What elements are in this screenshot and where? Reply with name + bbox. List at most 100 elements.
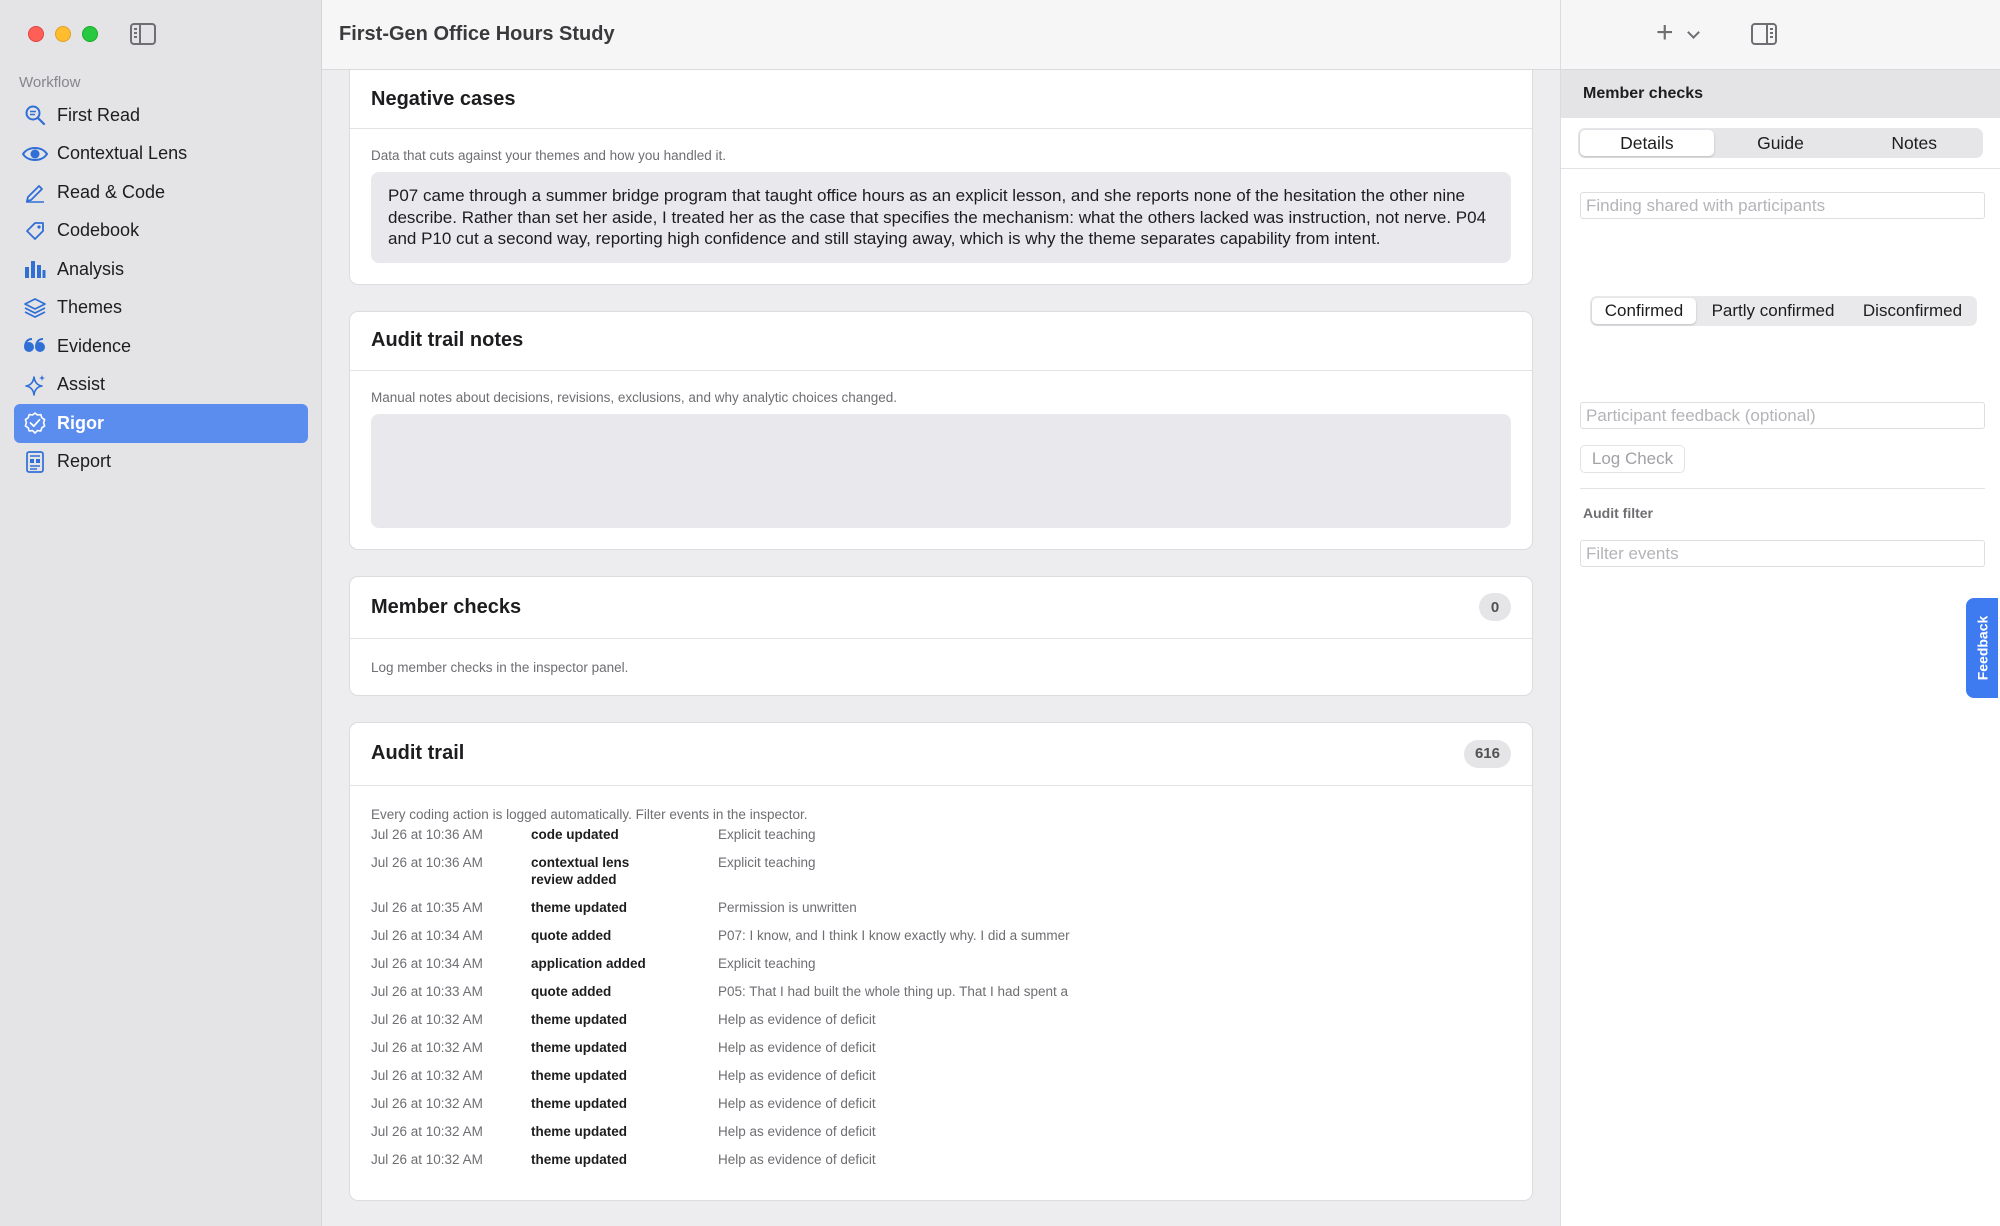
tab-guide[interactable]: Guide (1714, 130, 1848, 156)
card-header: Negative cases (350, 70, 1532, 129)
audit-detail: Help as evidence of deficit (718, 1152, 876, 1167)
card-header: Member checks 0 (350, 577, 1532, 639)
member-checks-card: Member checks 0 Log member checks in the… (349, 575, 1533, 696)
negative-cases-text-area[interactable]: P07 came through a summer bridge program… (371, 172, 1511, 263)
chevron-down-icon[interactable] (1687, 26, 1700, 39)
sparkle-icon (22, 372, 48, 398)
audit-action: theme updated (531, 900, 628, 915)
audit-detail: Explicit teaching (718, 854, 816, 870)
audit-filter-label: Audit filter (1583, 505, 1653, 521)
sidebar-item-assist[interactable]: Assist (14, 366, 308, 405)
sidebar-item-themes[interactable]: Themes (14, 289, 308, 328)
audit-detail: Help as evidence of deficit (718, 1124, 876, 1139)
eye-icon (22, 141, 48, 167)
inspector-toolbar: + (1561, 0, 2000, 70)
negative-cases-card: Negative cases Data that cuts against yo… (349, 70, 1533, 285)
tag-icon (22, 218, 48, 244)
card-body: Log member checks in the inspector panel… (350, 639, 1532, 695)
count-badge: 0 (1479, 593, 1511, 621)
audit-date: Jul 26 at 10:33 AM (371, 984, 483, 999)
audit-notes-text-area[interactable] (371, 413, 1511, 528)
audit-row: Jul 26 at 10:34 AM application added Expli… (371, 955, 1511, 973)
helper-text: Log member checks in the inspector panel… (371, 659, 629, 675)
outcome-confirmed[interactable]: Confirmed (1592, 298, 1696, 324)
sidebar-item-report[interactable]: Report (14, 443, 308, 482)
inspector-panel: + Member checks Details Guide Notes Find… (1560, 0, 2000, 1226)
sidebar-item-label: Contextual Lens (57, 143, 188, 164)
finding-input[interactable]: Finding shared with participants (1580, 192, 1985, 219)
helper-text: Every coding action is logged automatica… (371, 806, 808, 822)
sidebar-item-label: Rigor (57, 412, 104, 433)
count-badge: 616 (1463, 739, 1511, 768)
outcome-disconfirmed[interactable]: Disconfirmed (1850, 298, 1975, 324)
audit-date: Jul 26 at 10:32 AM (371, 1040, 483, 1055)
add-icon[interactable]: + (1656, 18, 1674, 48)
audit-detail: Explicit teaching (718, 956, 816, 971)
sidebar-item-codebook[interactable]: Codebook (14, 212, 308, 251)
audit-row: Jul 26 at 10:32 AM theme updated Help as e… (371, 1067, 1511, 1085)
sidebar-item-label: Report (57, 451, 112, 472)
close-window-button[interactable] (28, 26, 44, 42)
audit-trail-list: Jul 26 at 10:36 AM code updated Explicit t… (371, 826, 1511, 1169)
sidebar-item-rigor[interactable]: Rigor (14, 404, 308, 443)
card-title: Audit trail (371, 742, 465, 764)
audit-action: theme updated (531, 1096, 628, 1111)
helper-text: Data that cuts against your themes and h… (371, 148, 726, 163)
card-title: Negative cases (371, 87, 516, 110)
audit-date: Jul 26 at 10:32 AM (371, 1124, 483, 1139)
app-window: Workflow First Read Contextual Lens Read… (0, 0, 2000, 1226)
audit-action: quote added (531, 928, 612, 943)
audit-row: Jul 26 at 10:32 AM theme updated Help as e… (371, 1039, 1511, 1057)
audit-date: Jul 26 at 10:32 AM (371, 1068, 483, 1083)
audit-detail: P05: That I had built the whole thing up… (718, 984, 1068, 999)
window-controls (28, 26, 98, 42)
tab-notes[interactable]: Notes (1847, 130, 1981, 156)
bar-chart-icon (22, 256, 48, 282)
scroll-content[interactable]: Negative cases Data that cuts against yo… (322, 70, 1560, 1226)
pencil-icon (22, 179, 48, 205)
sidebar-item-contextual-lens[interactable]: Contextual Lens (14, 135, 308, 174)
sidebar-item-label: Themes (57, 297, 123, 318)
card-body: Every coding action is logged automatica… (350, 786, 1532, 1201)
audit-action: code updated (531, 826, 619, 842)
audit-action: theme updated (531, 1040, 628, 1055)
audit-trail-card: Audit trail 616 Every coding action is l… (349, 721, 1533, 1201)
card-body: Data that cuts against your themes and h… (350, 129, 1532, 284)
inspector-toggle-icon[interactable] (1751, 23, 1777, 45)
audit-date: Jul 26 at 10:34 AM (371, 928, 483, 943)
minimize-window-button[interactable] (55, 26, 71, 42)
sidebar-item-evidence[interactable]: Evidence (14, 327, 308, 366)
audit-row: Jul 26 at 10:32 AM theme updated Help as e… (371, 1011, 1511, 1029)
sidebar-item-label: Analysis (57, 258, 125, 279)
audit-detail: Help as evidence of deficit (718, 1012, 876, 1027)
feedback-label: Feedback (1974, 615, 1990, 681)
audit-row: Jul 26 at 10:36 AM contextual lens review… (371, 854, 1511, 889)
zoom-window-button[interactable] (82, 26, 98, 42)
audit-row: Jul 26 at 10:33 AM quote added P05: That I… (371, 983, 1511, 1001)
outcome-segmented-control: Confirmed Partly confirmed Disconfirmed (1590, 296, 1977, 326)
audit-action: theme updated (531, 1152, 628, 1167)
participant-feedback-input[interactable]: Participant feedback (optional) (1580, 402, 1985, 429)
tab-details[interactable]: Details (1580, 130, 1714, 156)
window-title: First-Gen Office Hours Study (339, 23, 615, 45)
outcome-partly-confirmed[interactable]: Partly confirmed (1696, 298, 1850, 324)
audit-row: Jul 26 at 10:32 AM theme updated Help as e… (371, 1151, 1511, 1169)
sidebar-item-label: Assist (57, 374, 106, 395)
filter-events-input[interactable]: Filter events (1580, 540, 1985, 567)
inspector-tabs: Details Guide Notes (1578, 128, 1983, 158)
sidebar-item-analysis[interactable]: Analysis (14, 250, 308, 289)
audit-detail: Help as evidence of deficit (718, 1040, 876, 1055)
checkmark-seal-icon (22, 410, 48, 436)
feedback-button[interactable]: Feedback (1966, 598, 1998, 698)
sidebar-toggle-icon[interactable] (130, 23, 156, 45)
divider (1561, 168, 2000, 169)
divider (1580, 488, 1985, 489)
audit-detail: Permission is unwritten (718, 900, 857, 915)
sidebar-section-label: Workflow (19, 74, 81, 91)
sidebar-item-first-read[interactable]: First Read (14, 96, 308, 135)
audit-date: Jul 26 at 10:35 AM (371, 900, 483, 915)
helper-text: Manual notes about decisions, revisions,… (371, 389, 898, 405)
log-check-button[interactable]: Log Check (1580, 445, 1685, 473)
magnifier-doc-icon (22, 102, 48, 128)
sidebar-item-read-code[interactable]: Read & Code (14, 173, 308, 212)
